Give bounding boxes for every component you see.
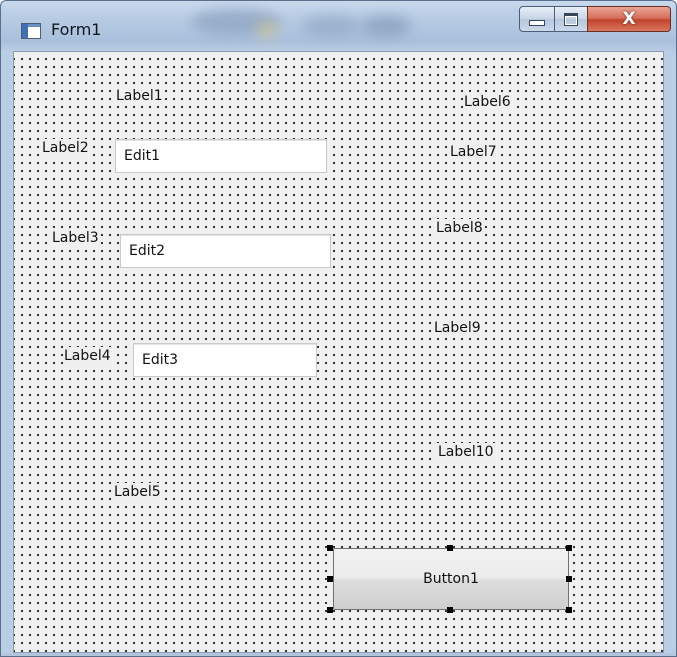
blurred-background-shape (361, 15, 411, 37)
edit3-field[interactable]: Edit3 (133, 343, 317, 377)
close-button[interactable]: X (587, 6, 671, 32)
label6[interactable]: Label6 (463, 93, 512, 111)
label1[interactable]: Label1 (115, 87, 164, 105)
minimize-button[interactable] (519, 6, 555, 32)
blurred-background-shape (256, 21, 278, 39)
form1-window: Form1 X Label1 Label2 Label3 Label4 Labe… (0, 0, 677, 657)
title-bar[interactable]: Form1 X (1, 1, 676, 47)
selection-handle-top-right[interactable] (566, 545, 572, 551)
label4[interactable]: Label4 (63, 347, 112, 365)
edit1-field[interactable]: Edit1 (115, 139, 327, 173)
edit2-field[interactable]: Edit2 (120, 234, 331, 268)
blurred-background-shape (301, 15, 361, 37)
window-bottom-frame (1, 653, 676, 656)
close-icon: X (622, 9, 636, 29)
label3[interactable]: Label3 (51, 229, 100, 247)
label7[interactable]: Label7 (449, 143, 498, 161)
label8[interactable]: Label8 (435, 219, 484, 237)
button1[interactable]: Button1 (333, 548, 569, 610)
selection-handle-bottom-left[interactable] (327, 607, 333, 613)
label2[interactable]: Label2 (41, 139, 90, 157)
selection-handle-bottom-middle[interactable] (447, 607, 453, 613)
selection-handle-bottom-right[interactable] (566, 607, 572, 613)
selection-handle-top-left[interactable] (327, 545, 333, 551)
label5[interactable]: Label5 (113, 483, 162, 501)
maximize-icon (564, 12, 578, 26)
selection-handle-middle-right[interactable] (566, 576, 572, 582)
caption-buttons: X (519, 6, 671, 34)
label10[interactable]: Label10 (437, 443, 495, 461)
selection-handle-top-middle[interactable] (447, 545, 453, 551)
maximize-button[interactable] (554, 6, 588, 32)
selection-handle-middle-left[interactable] (327, 576, 333, 582)
label9[interactable]: Label9 (433, 319, 482, 337)
window-title: Form1 (51, 20, 102, 39)
form-window-icon (21, 23, 41, 39)
minimize-icon (529, 20, 545, 26)
